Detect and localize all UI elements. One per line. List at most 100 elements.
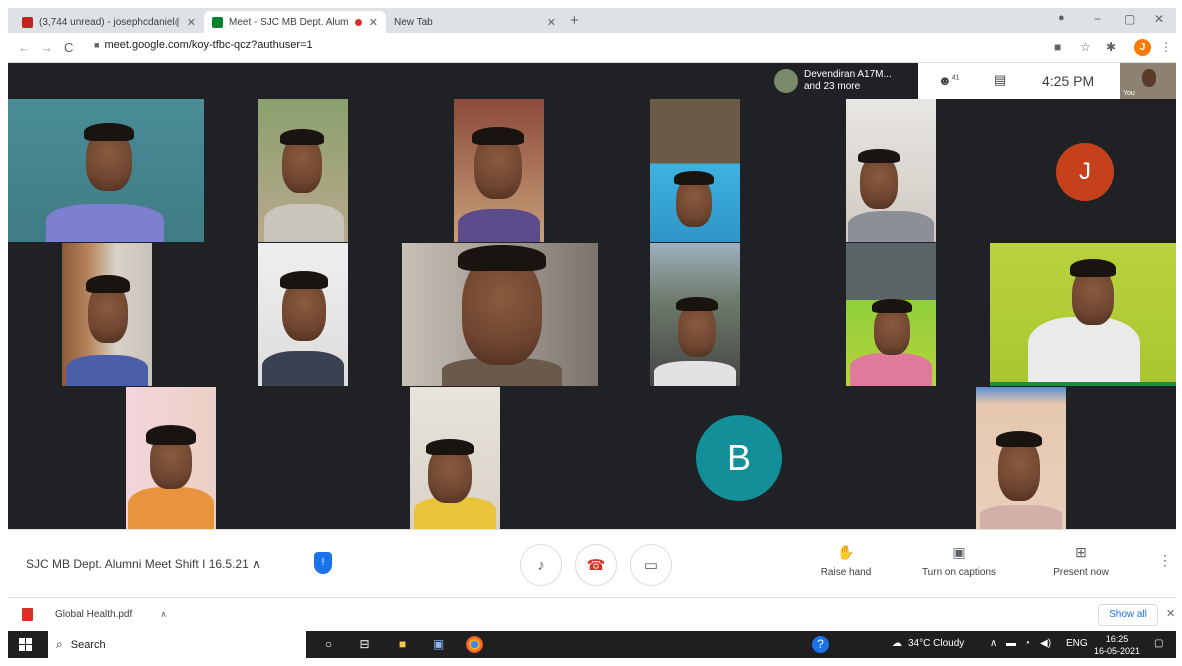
tab-new[interactable]: New Tab ✕: [386, 11, 564, 33]
close-icon[interactable]: ✕: [547, 16, 556, 29]
screen: (3,744 unread) - josephcdaniel@... ✕ Mee…: [8, 8, 1176, 658]
self-label: You: [1123, 90, 1135, 97]
video-tile[interactable]: [126, 387, 216, 529]
video-tile[interactable]: [846, 99, 936, 242]
video-tile[interactable]: [454, 99, 544, 242]
close-icon[interactable]: ✕: [369, 16, 378, 29]
meet-clock: 4:25 PM: [1042, 73, 1095, 89]
taskbar-clock[interactable]: 16:25 16-05-2021: [1094, 633, 1140, 657]
browser-tab-bar: (3,744 unread) - josephcdaniel@... ✕ Mee…: [8, 8, 1176, 33]
raise-hand-label: Raise hand: [820, 567, 872, 578]
camera-indicator-icon[interactable]: ■: [1054, 40, 1061, 54]
volume-icon[interactable]: ◀): [1040, 638, 1051, 649]
window-close-icon[interactable]: ✕: [1154, 12, 1164, 26]
present-icon: ⊞: [1075, 544, 1087, 560]
tab-meet[interactable]: Meet - SJC MB Dept. Alumni ✕: [204, 11, 386, 33]
task-view-icon[interactable]: ⊟: [356, 636, 373, 653]
wifi-icon[interactable]: ◔: [1024, 638, 1030, 649]
language-indicator[interactable]: ENG: [1066, 638, 1088, 649]
close-icon[interactable]: ✕: [1166, 607, 1175, 620]
video-tile[interactable]: [410, 387, 500, 529]
tab-search-icon[interactable]: ●: [1058, 12, 1065, 24]
captions-icon: ▣: [952, 544, 966, 560]
video-tile[interactable]: [258, 243, 348, 386]
chat-icon[interactable]: ▤: [994, 72, 1006, 88]
notifications-icon[interactable]: ▢: [1154, 638, 1163, 649]
tray-overflow-icon[interactable]: ∧: [990, 638, 997, 649]
participants-pill[interactable]: Devendiran A17M... and 23 more: [768, 63, 918, 99]
video-tile[interactable]: [402, 243, 598, 386]
weather-text[interactable]: 34°C Cloudy: [908, 638, 964, 649]
video-tile[interactable]: [62, 243, 152, 386]
participant-avatar-j: J: [1056, 143, 1114, 201]
meeting-details-button[interactable]: SJC MB Dept. Alumni Meet Shift I 16.5.21…: [26, 557, 261, 571]
weather-icon[interactable]: ☁: [892, 638, 902, 649]
video-tile[interactable]: [846, 243, 936, 386]
hand-icon: ✋: [837, 544, 855, 560]
chrome-icon[interactable]: [466, 636, 483, 653]
tab-label: Meet - SJC MB Dept. Alumni: [229, 16, 349, 28]
camera-icon: ▭: [643, 557, 659, 574]
cortana-icon[interactable]: ○: [320, 636, 337, 653]
leave-call-button[interactable]: ☎: [575, 544, 617, 586]
people-icon[interactable]: ☻41: [938, 73, 959, 88]
chevron-up-icon[interactable]: ∧: [160, 609, 167, 620]
menu-kebab-icon[interactable]: ⋮: [1160, 40, 1172, 54]
video-tile[interactable]: [258, 99, 348, 242]
taskbar-date: 16-05-2021: [1094, 646, 1141, 656]
app-icon[interactable]: ▣: [430, 636, 447, 653]
profile-avatar[interactable]: J: [1134, 39, 1151, 56]
url-field[interactable]: ■ meet.google.com/koy-tfbc-qcz?authuser=1: [94, 39, 313, 51]
meet-video-grid: Devendiran A17M... and 23 more ☻41 ▤ 4:2…: [8, 63, 1176, 529]
download-filename: Global Health.pdf: [55, 609, 133, 620]
pdf-icon: [22, 608, 33, 621]
self-face: [1142, 69, 1156, 87]
extensions-icon[interactable]: ✱: [1106, 40, 1116, 54]
tab-label: New Tab: [394, 16, 433, 28]
lock-icon: ■: [94, 40, 100, 50]
bookmark-star-icon[interactable]: ☆: [1080, 40, 1091, 54]
video-tile[interactable]: [650, 243, 740, 386]
participant-avatar: [774, 69, 798, 93]
video-tile[interactable]: [976, 387, 1066, 529]
file-explorer-icon[interactable]: ■: [394, 636, 411, 653]
hang-up-icon: ☎: [586, 557, 606, 574]
maximize-icon[interactable]: ▢: [1124, 12, 1135, 26]
windows-taskbar: ⌕ Search ○ ⊟ ■ ▣ ? ☁ 34°C Cloudy ∧ ▬ ◔ ◀…: [8, 631, 1176, 658]
back-icon[interactable]: ←: [18, 40, 31, 55]
video-tile[interactable]: [990, 243, 1176, 386]
taskbar-search[interactable]: ⌕ Search: [48, 631, 306, 658]
captions-button[interactable]: ▣ Turn on captions: [918, 544, 1000, 578]
chevron-up-icon: ∧: [252, 557, 261, 571]
host-controls-shield-icon[interactable]: !: [314, 552, 332, 574]
forward-icon[interactable]: →: [40, 40, 53, 55]
windows-start-icon[interactable]: [19, 638, 32, 651]
tab-gmail[interactable]: (3,744 unread) - josephcdaniel@... ✕: [14, 11, 204, 33]
new-tab-plus-icon[interactable]: +: [570, 12, 579, 29]
raise-hand-button[interactable]: ✋ Raise hand: [818, 544, 874, 578]
meet-icon: [212, 16, 223, 28]
show-all-button[interactable]: Show all: [1098, 604, 1158, 626]
reload-icon[interactable]: C: [64, 40, 73, 55]
close-icon[interactable]: ✕: [187, 16, 196, 29]
help-icon[interactable]: ?: [812, 636, 829, 653]
battery-icon[interactable]: ▬: [1006, 638, 1016, 649]
taskbar-time: 16:25: [1105, 634, 1129, 644]
video-tile[interactable]: [650, 99, 740, 242]
self-view-tile[interactable]: You: [1120, 63, 1176, 99]
minimize-icon[interactable]: −: [1094, 12, 1101, 26]
downloads-bar: Global Health.pdf ∧ Show all ✕: [8, 597, 1176, 631]
gmail-icon: [22, 16, 33, 28]
participant-avatar-b: B: [696, 415, 782, 501]
camera-button[interactable]: ▭: [630, 544, 672, 586]
video-tile[interactable]: [8, 99, 204, 242]
download-item[interactable]: Global Health.pdf ∧: [22, 608, 167, 621]
present-now-button[interactable]: ⊞ Present now: [1048, 544, 1114, 578]
participant-name: Devendiran A17M...: [804, 69, 892, 80]
meet-controls-bar: SJC MB Dept. Alumni Meet Shift I 16.5.21…: [8, 529, 1176, 597]
recording-dot-icon: [355, 18, 362, 26]
meeting-name: SJC MB Dept. Alumni Meet Shift I 16.5.21: [26, 557, 249, 571]
more-options-icon[interactable]: ⋮: [1158, 552, 1172, 569]
microphone-button[interactable]: ♪: [520, 544, 562, 586]
url-text: meet.google.com/koy-tfbc-qcz?authuser=1: [104, 39, 313, 51]
